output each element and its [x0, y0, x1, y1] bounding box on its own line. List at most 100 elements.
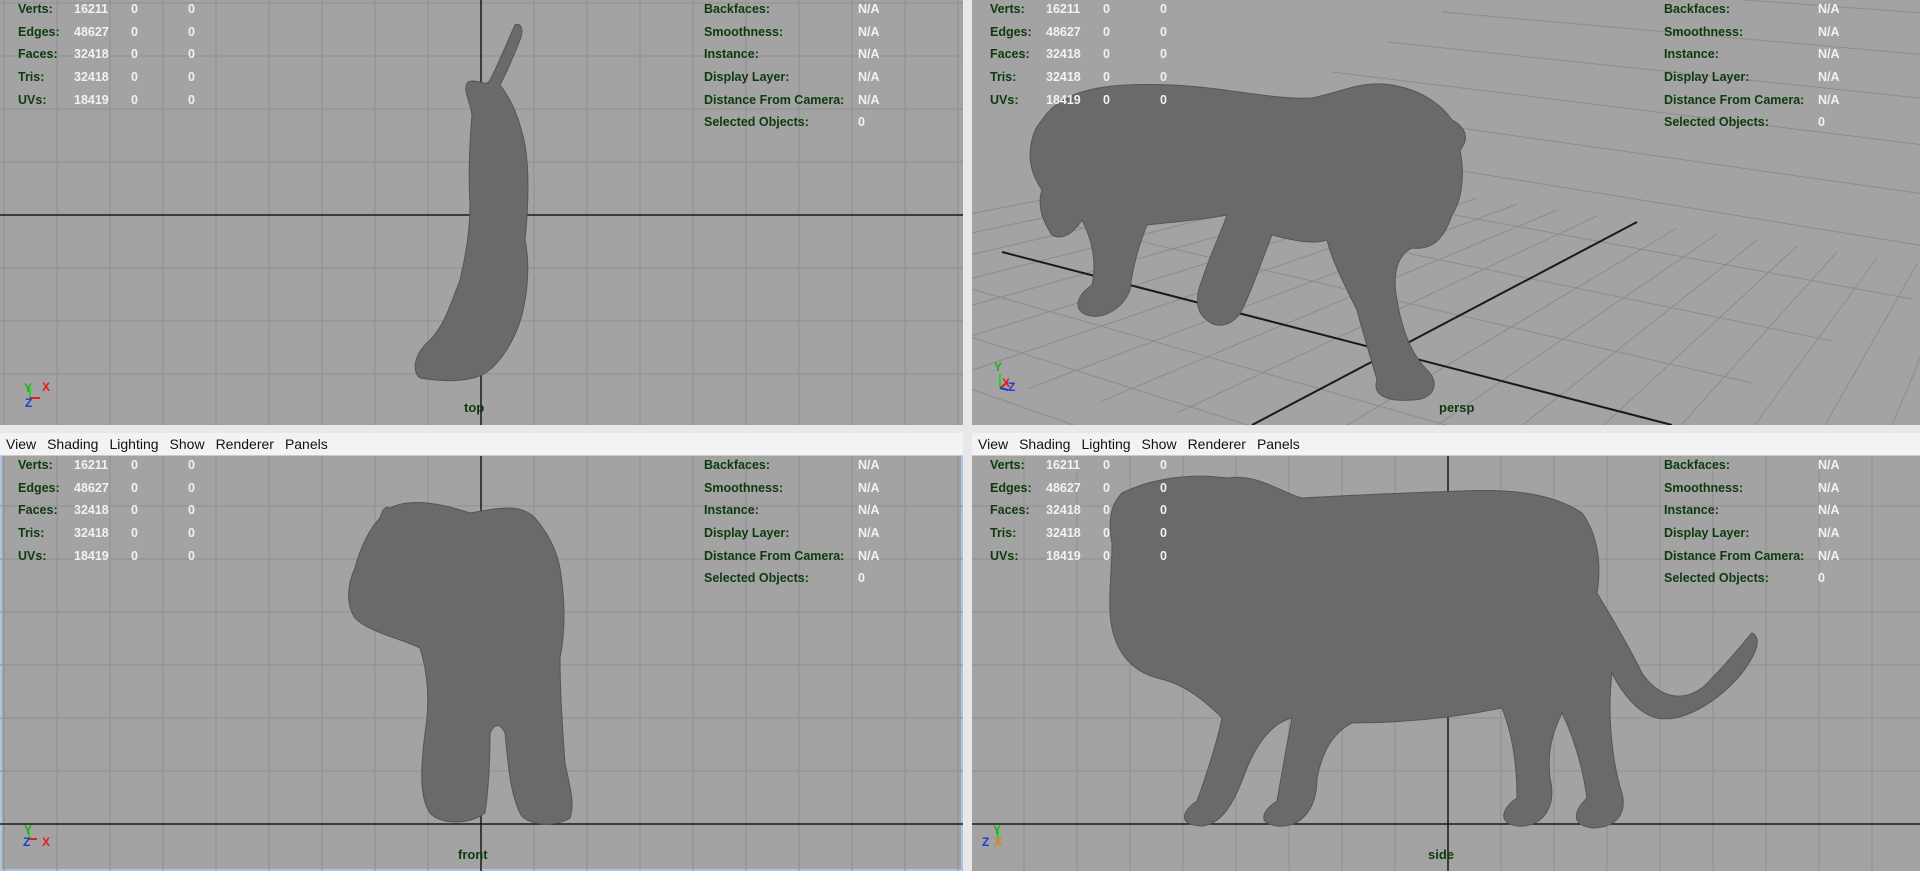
hud-stat-total: 18419: [74, 92, 109, 107]
hud-stat-row: Edges: 48627 0 0: [0, 21, 208, 44]
hud-stat-selected: 0: [1103, 92, 1110, 107]
hud-stat-total: 18419: [1046, 92, 1081, 107]
hud-info-label: Instance:: [704, 47, 759, 62]
menu-panels[interactable]: Panels: [1257, 436, 1300, 452]
hud-stat-label: UVs:: [18, 92, 47, 107]
hud-info-row: Backfaces: N/A: [1664, 454, 1840, 477]
hud-stat-total: 32418: [1046, 47, 1081, 62]
hud-stat-total: 48627: [1046, 24, 1081, 39]
panel-divider[interactable]: [963, 0, 972, 871]
hud-stat-row: UVs: 18419 0 0: [0, 88, 208, 111]
hud-stat-component: 0: [188, 458, 195, 473]
hud-info-row: Display Layer: N/A: [704, 522, 880, 545]
hud-stat-selected: 0: [1103, 70, 1110, 85]
poly-count-hud: Verts: 16211 0 0 Edges: 48627 0 0 Faces: 32418 0 0 T…: [0, 0, 208, 111]
hud-stat-selected: 0: [131, 2, 138, 17]
menu-show[interactable]: Show: [1142, 436, 1177, 452]
hud-info-row: Distance From Camera: N/A: [704, 88, 880, 111]
hud-stat-total: 18419: [74, 548, 109, 563]
hud-stat-component: 0: [1160, 503, 1167, 518]
hud-info-label: Backfaces:: [704, 458, 771, 473]
hud-info-label: Backfaces:: [704, 2, 771, 17]
hud-stat-component: 0: [1160, 2, 1167, 17]
hud-stat-label: Verts:: [18, 2, 53, 17]
hud-stat-label: UVs:: [990, 92, 1019, 107]
hud-stat-total: 32418: [74, 47, 109, 62]
viewport-persp[interactable]: Verts: 16211 0 0 Edges: 48627 0 0 Faces: 32418 0 0 T…: [972, 0, 1920, 425]
poly-count-hud: Verts: 16211 0 0 Edges: 48627 0 0 Faces: 32418 0 0 T…: [0, 454, 208, 567]
menu-shading[interactable]: Shading: [1019, 436, 1070, 452]
tiger-model-persp: [1029, 83, 1466, 401]
info-hud: Backfaces: N/A Smoothness: N/A Instance: N/A D…: [1664, 454, 1840, 590]
camera-label: side: [1428, 847, 1455, 862]
hud-info-value: N/A: [858, 70, 880, 85]
hud-info-value: N/A: [858, 458, 880, 473]
hud-stat-row: Edges: 48627 0 0: [972, 21, 1180, 44]
hud-info-label: Instance:: [704, 503, 759, 518]
menu-view[interactable]: View: [6, 436, 36, 452]
hud-stat-label: Verts:: [990, 2, 1025, 17]
hud-stat-label: Verts:: [18, 458, 53, 473]
menu-renderer[interactable]: Renderer: [216, 436, 274, 452]
hud-info-row: Display Layer: N/A: [1664, 66, 1840, 89]
hud-stat-component: 0: [188, 480, 195, 495]
hud-info-label: Selected Objects:: [1664, 115, 1769, 130]
hud-stat-component: 0: [1160, 548, 1167, 563]
hud-stat-component: 0: [1160, 70, 1167, 85]
hud-stat-row: UVs: 18419 0 0: [0, 544, 208, 567]
hud-stat-total: 16211: [1046, 458, 1081, 473]
menu-renderer[interactable]: Renderer: [1188, 436, 1246, 452]
panel-menu-bar: View Shading Lighting Show Renderer Panels: [972, 433, 1920, 456]
tiger-model-front: [348, 502, 573, 825]
hud-stat-selected: 0: [131, 480, 138, 495]
hud-stat-component: 0: [188, 2, 195, 17]
hud-info-label: Display Layer:: [1664, 70, 1750, 85]
info-hud: Backfaces: N/A Smoothness: N/A Instance: N/A D…: [704, 0, 880, 134]
viewport-top[interactable]: Verts: 16211 0 0 Edges: 48627 0 0 Faces: 32418 0 0 T…: [0, 0, 963, 425]
hud-info-value: N/A: [858, 2, 880, 17]
hud-stat-component: 0: [1160, 458, 1167, 473]
hud-info-row: Smoothness: N/A: [704, 21, 880, 44]
hud-stat-label: Faces:: [18, 503, 58, 518]
hud-info-value: N/A: [1818, 480, 1840, 495]
menu-show[interactable]: Show: [170, 436, 205, 452]
hud-stat-row: Verts: 16211 0 0: [0, 454, 208, 477]
hud-stat-row: Tris: 32418 0 0: [0, 522, 208, 545]
panel-divider[interactable]: [0, 425, 1920, 433]
hud-info-value: N/A: [1818, 526, 1840, 541]
hud-info-label: Instance:: [1664, 47, 1719, 62]
hud-stat-label: Edges:: [990, 480, 1032, 495]
hud-info-row: Smoothness: N/A: [704, 477, 880, 500]
camera-label: top: [464, 400, 485, 415]
hud-stat-component: 0: [188, 70, 195, 85]
hud-info-value: N/A: [1818, 503, 1840, 518]
hud-stat-selected: 0: [1103, 24, 1110, 39]
hud-info-value: N/A: [1818, 70, 1840, 85]
menu-lighting[interactable]: Lighting: [1081, 436, 1130, 452]
menu-view[interactable]: View: [978, 436, 1008, 452]
menu-lighting[interactable]: Lighting: [109, 436, 158, 452]
hud-info-value: N/A: [1818, 548, 1840, 563]
hud-info-value: 0: [858, 571, 865, 586]
poly-count-hud: Verts: 16211 0 0 Edges: 48627 0 0 Faces: 32418 0 0 T…: [972, 454, 1180, 567]
viewport-front[interactable]: View Shading Lighting Show Renderer Panels Ve…: [0, 433, 963, 871]
hud-stat-selected: 0: [131, 70, 138, 85]
hud-info-value: N/A: [858, 47, 880, 62]
hud-info-label: Instance:: [1664, 503, 1719, 518]
menu-shading[interactable]: Shading: [47, 436, 98, 452]
tiger-model-top: [414, 23, 529, 382]
hud-stat-selected: 0: [1103, 458, 1110, 473]
hud-stat-total: 32418: [1046, 503, 1081, 518]
hud-stat-row: Verts: 16211 0 0: [972, 454, 1180, 477]
hud-stat-selected: 0: [131, 548, 138, 563]
hud-stat-selected: 0: [1103, 548, 1110, 563]
hud-stat-label: Edges:: [18, 24, 60, 39]
hud-stat-row: UVs: 18419 0 0: [972, 544, 1180, 567]
menu-panels[interactable]: Panels: [285, 436, 328, 452]
viewport-side[interactable]: View Shading Lighting Show Renderer Panels Ve…: [972, 433, 1920, 871]
hud-stat-row: UVs: 18419 0 0: [972, 88, 1180, 111]
hud-info-row: Instance: N/A: [1664, 43, 1840, 66]
hud-info-row: Instance: N/A: [704, 499, 880, 522]
axis-indicator-icon: Y X Z: [994, 360, 1016, 394]
hud-info-value: N/A: [858, 480, 880, 495]
